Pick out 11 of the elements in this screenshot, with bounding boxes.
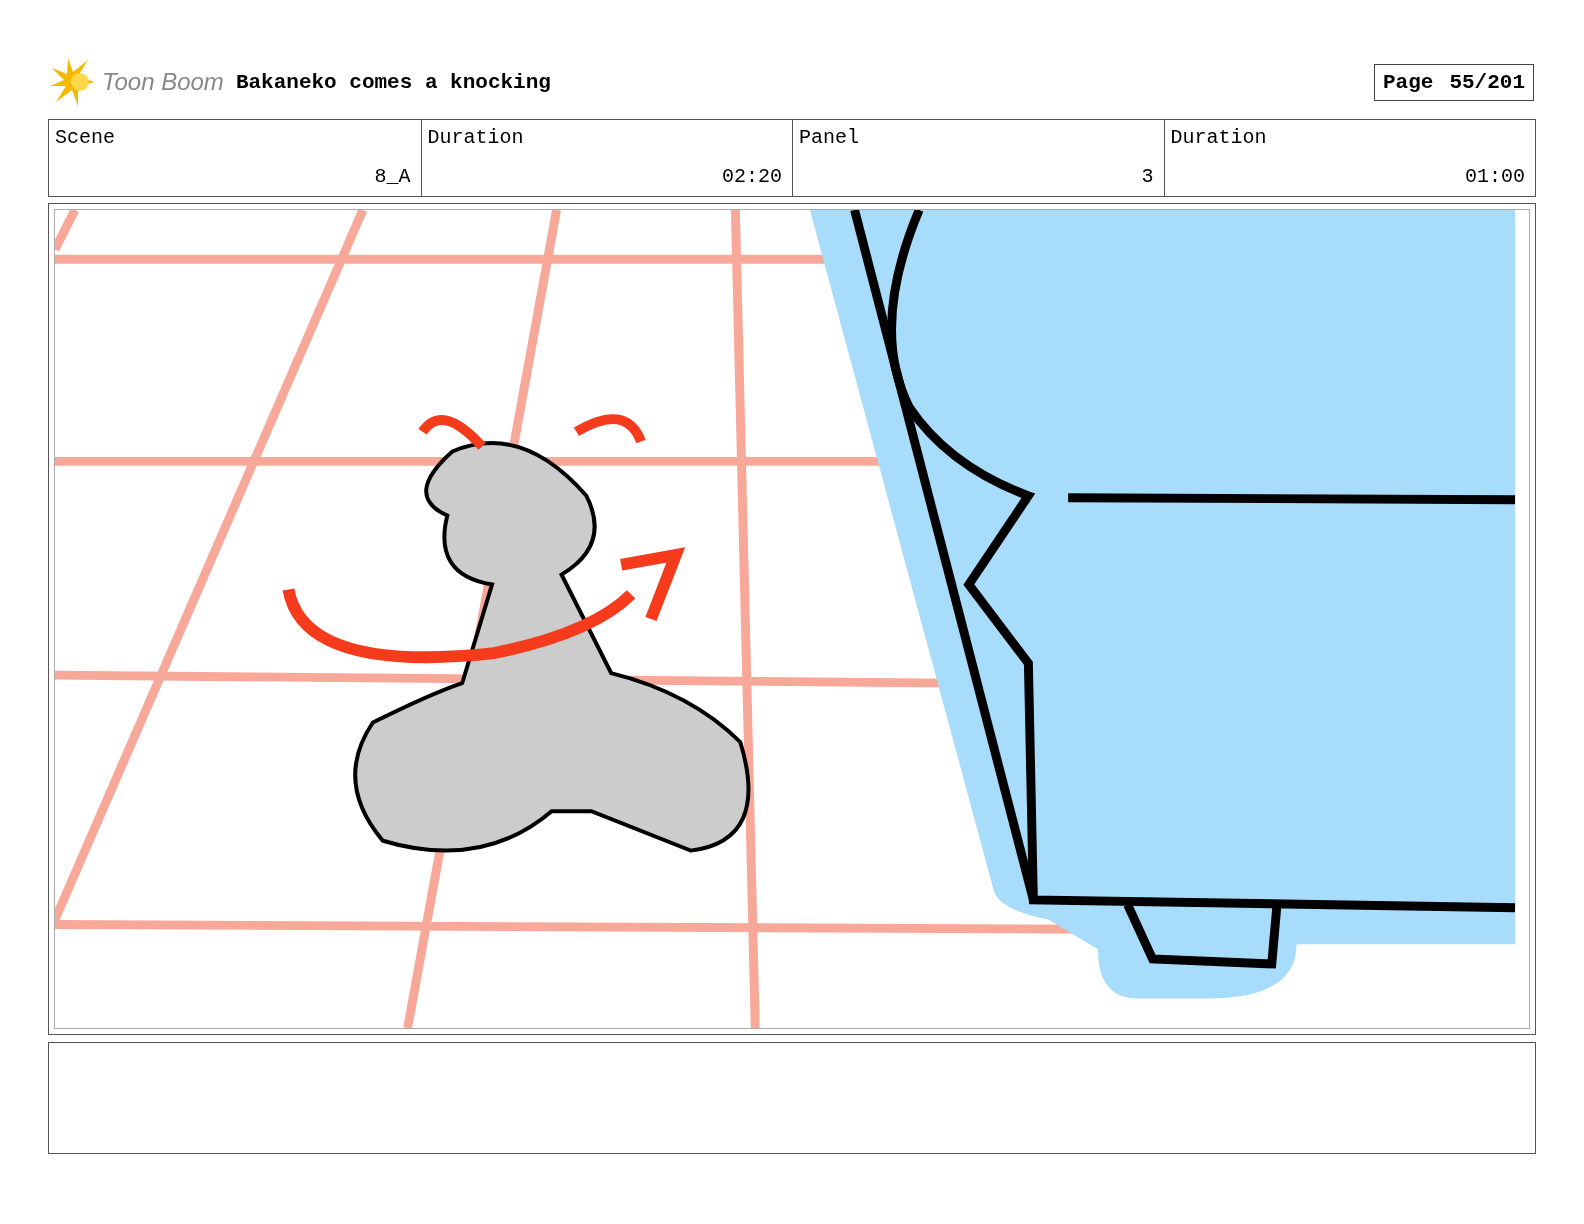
table-cell: 02:20 [722, 165, 782, 188]
table-cell: 01:00 [1465, 165, 1525, 188]
column-header: Duration [1170, 126, 1268, 149]
table-cell: 8_A [374, 165, 411, 188]
logo-text: Toon Boom [102, 68, 224, 96]
page-counter: Page 55/201 [1373, 63, 1534, 101]
table-cell: 3 [1141, 165, 1154, 188]
column-header: Scene [55, 126, 116, 149]
column-header: Duration [427, 126, 525, 149]
storyboard-title: Bakaneko comes a knocking [235, 70, 552, 94]
column-header: Panel [799, 126, 860, 149]
